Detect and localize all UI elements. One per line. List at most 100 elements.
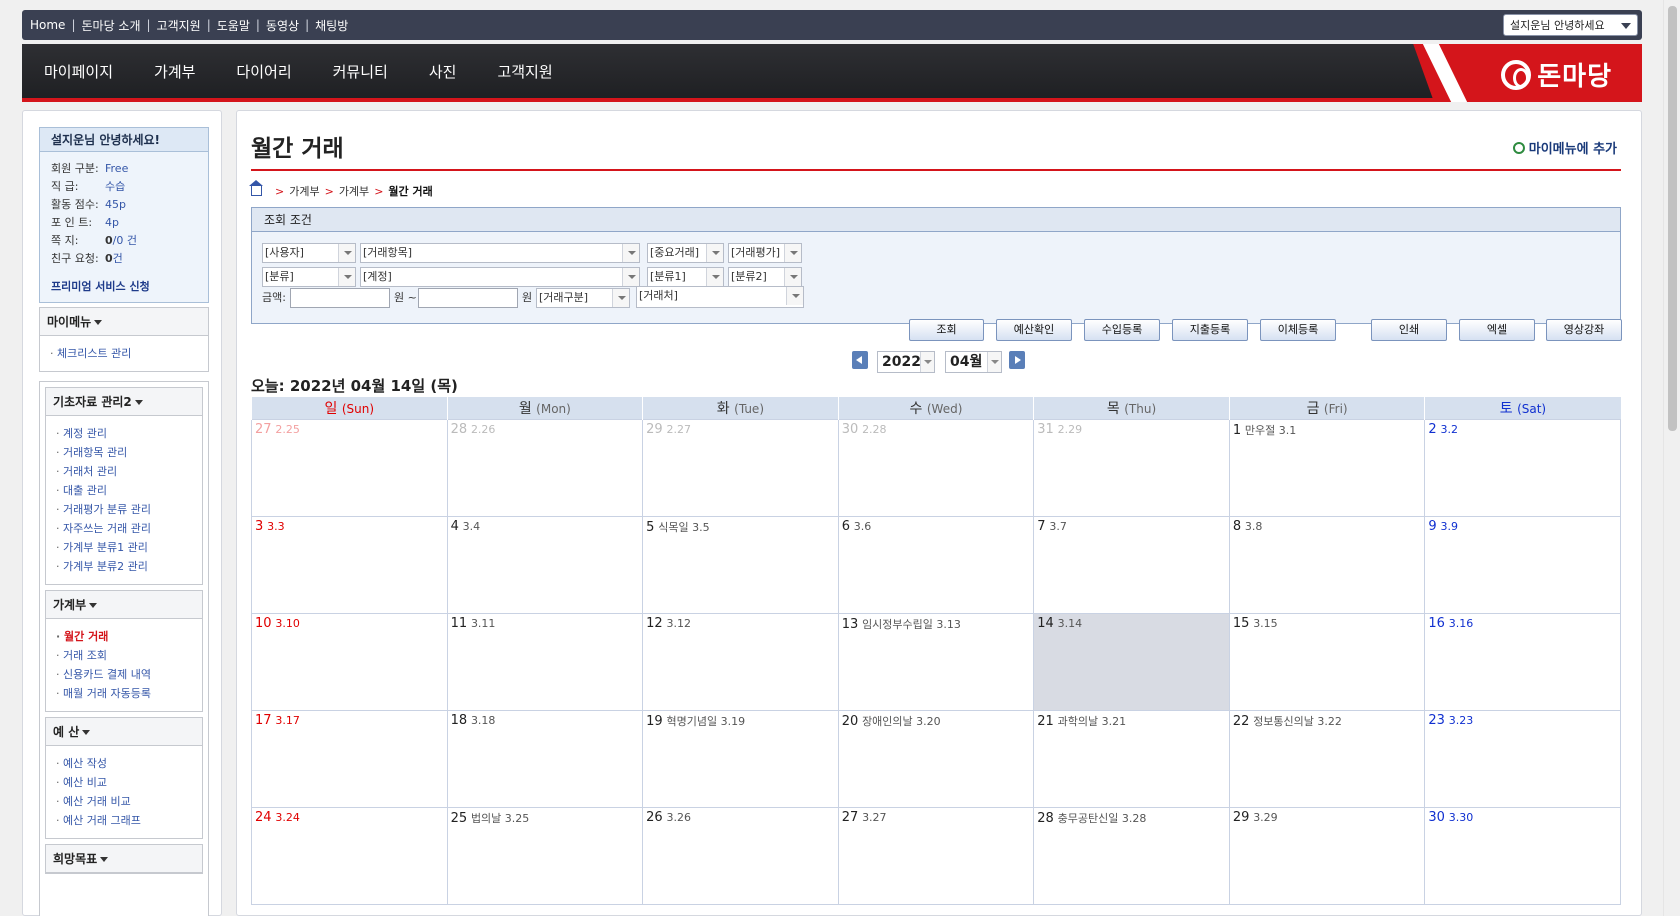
calendar-day-cell[interactable]: 12 3.12 bbox=[642, 612, 839, 711]
calendar-day-cell[interactable]: 29 3.29 bbox=[1228, 806, 1426, 905]
rating-select[interactable]: [거래평가] bbox=[728, 243, 802, 263]
calendar-day-cell[interactable]: 6 3.6 bbox=[837, 515, 1035, 614]
sidebar-item-vendor[interactable]: 거래처 관리 bbox=[56, 462, 202, 481]
transfer-register-button[interactable]: 이체등록 bbox=[1260, 319, 1336, 341]
sidebar-item-budget-write[interactable]: 예산 작성 bbox=[56, 754, 202, 773]
sidebar-item-class1[interactable]: 가계부 분류1 관리 bbox=[56, 538, 202, 557]
calendar-day-cell[interactable]: 22 정보통신의날 3.22 bbox=[1228, 709, 1426, 808]
excel-button[interactable]: 엑셀 bbox=[1459, 319, 1535, 341]
calendar-day-cell[interactable]: 4 3.4 bbox=[446, 515, 644, 614]
calendar-day-cell[interactable]: 15 3.15 bbox=[1228, 612, 1426, 711]
nav-item-photo[interactable]: 사진 bbox=[429, 61, 457, 82]
message-count[interactable]: 0/0 건 bbox=[105, 232, 137, 250]
next-month-icon[interactable] bbox=[1009, 351, 1025, 369]
calendar-day-cell[interactable]: 31 2.29 bbox=[1033, 418, 1230, 517]
month-select[interactable]: 04월 bbox=[945, 351, 1002, 373]
user-select[interactable]: [사용자] bbox=[262, 243, 356, 263]
calendar-day-cell[interactable]: 10 3.10 bbox=[251, 612, 448, 711]
budget-header[interactable]: 예 산 bbox=[46, 718, 202, 746]
calendar-day-cell[interactable]: 26 3.26 bbox=[642, 806, 839, 905]
logo[interactable]: 돈마당 bbox=[1501, 56, 1612, 93]
top-link-home[interactable]: Home bbox=[30, 18, 65, 32]
year-select[interactable]: 2022 bbox=[877, 351, 935, 373]
sidebar-item-rating-class[interactable]: 거래평가 분류 관리 bbox=[56, 500, 202, 519]
amount-max-input[interactable] bbox=[418, 288, 518, 308]
vendor-select[interactable]: [거래처] bbox=[636, 286, 804, 308]
breadcrumb-item[interactable]: 가계부 bbox=[339, 183, 369, 199]
prev-month-icon[interactable] bbox=[852, 351, 868, 369]
calendar-day-cell[interactable]: 1 만우절 3.1 bbox=[1228, 418, 1426, 517]
basic-data-header[interactable]: 기초자료 관리2 bbox=[46, 388, 202, 416]
sidebar-item-frequent[interactable]: 자주쓰는 거래 관리 bbox=[56, 519, 202, 538]
premium-service-link[interactable]: 프리미엄 서비스 신청 bbox=[51, 278, 198, 294]
top-link-support[interactable]: 고객지원 bbox=[157, 17, 201, 34]
nav-item-diary[interactable]: 다이어리 bbox=[236, 61, 291, 82]
sidebar-item-account[interactable]: 계정 관리 bbox=[56, 424, 202, 443]
calendar-day-cell[interactable]: 25 법의날 3.25 bbox=[446, 806, 644, 905]
calendar-day-cell[interactable]: 24 3.24 bbox=[251, 806, 448, 905]
budget-check-button[interactable]: 예산확인 bbox=[996, 319, 1072, 341]
calendar-day-cell[interactable]: 23 3.23 bbox=[1424, 709, 1621, 808]
top-link-help[interactable]: 도움말 bbox=[217, 17, 250, 34]
hope-header[interactable]: 희망목표 bbox=[46, 845, 202, 873]
home-icon[interactable] bbox=[249, 180, 263, 196]
calendar-day-cell[interactable]: 13 임시정부수립일 3.13 bbox=[837, 612, 1035, 711]
search-button[interactable]: 조회 bbox=[909, 319, 984, 341]
calendar-day-cell[interactable]: 27 2.25 bbox=[251, 418, 448, 517]
calendar-day-cell[interactable]: 3 3.3 bbox=[251, 515, 448, 614]
sidebar-item-budget-compare[interactable]: 예산 비교 bbox=[56, 773, 202, 792]
user-dropdown[interactable]: 설지운님 안녕하세요 bbox=[1503, 14, 1638, 36]
calendar-day-cell[interactable]: 30 2.28 bbox=[837, 418, 1035, 517]
sidebar-item-auto[interactable]: 매월 거래 자동등록 bbox=[56, 684, 202, 703]
calendar-day-cell[interactable]: 20 장애인의날 3.20 bbox=[837, 709, 1035, 808]
sidebar-item-class2[interactable]: 가계부 분류2 관리 bbox=[56, 557, 202, 576]
expense-register-button[interactable]: 지출등록 bbox=[1172, 319, 1248, 341]
calendar-day-cell[interactable]: 30 3.30 bbox=[1424, 806, 1621, 905]
calendar-day-cell[interactable]: 17 3.17 bbox=[251, 709, 448, 808]
vertical-scrollbar[interactable] bbox=[1663, 0, 1680, 916]
sidebar-item-loan[interactable]: 대출 관리 bbox=[56, 481, 202, 500]
calendar-day-cell[interactable]: 8 3.8 bbox=[1228, 515, 1426, 614]
category-select[interactable]: [분류] bbox=[262, 267, 356, 287]
calendar-day-cell[interactable]: 9 3.9 bbox=[1424, 515, 1621, 614]
calendar-day-cell[interactable]: 28 충무공탄신일 3.28 bbox=[1033, 806, 1230, 905]
calendar-day-cell[interactable]: 19 혁명기념일 3.19 bbox=[642, 709, 839, 808]
calendar-day-cell[interactable]: 5 식목일 3.5 bbox=[642, 515, 839, 614]
sidebar-item-transaction-item[interactable]: 거래항목 관리 bbox=[56, 443, 202, 462]
amount-min-input[interactable] bbox=[290, 288, 390, 308]
sidebar-item-card[interactable]: 신용카드 결제 내역 bbox=[56, 665, 202, 684]
sidebar-item-monthly[interactable]: 월간 거래 bbox=[56, 627, 202, 646]
calendar-day-cell[interactable]: 18 3.18 bbox=[446, 709, 644, 808]
calendar-day-cell[interactable]: 14 3.14 bbox=[1033, 612, 1230, 711]
account-select[interactable]: [계정] bbox=[360, 267, 640, 287]
breadcrumb-item[interactable]: 가계부 bbox=[289, 183, 319, 199]
scrollbar-thumb[interactable] bbox=[1668, 6, 1677, 431]
calendar-day-cell[interactable]: 27 3.27 bbox=[837, 806, 1035, 905]
calendar-day-cell[interactable]: 11 3.11 bbox=[446, 612, 644, 711]
nav-item-support[interactable]: 고객지원 bbox=[497, 61, 552, 82]
class2-select[interactable]: [분류2] bbox=[728, 267, 802, 287]
calendar-day-cell[interactable]: 7 3.7 bbox=[1033, 515, 1230, 614]
calendar-day-cell[interactable]: 29 2.27 bbox=[642, 418, 839, 517]
transaction-item-select[interactable]: [거래항목] bbox=[360, 243, 640, 263]
important-select[interactable]: [중요거래] bbox=[647, 243, 724, 263]
mymenu-header[interactable]: 마이메뉴 bbox=[40, 308, 208, 336]
calendar-day-cell[interactable]: 21 과학의날 3.21 bbox=[1033, 709, 1230, 808]
class1-select[interactable]: [분류1] bbox=[647, 267, 724, 287]
video-lecture-button[interactable]: 영상강좌 bbox=[1546, 319, 1622, 341]
nav-item-community[interactable]: 커뮤니티 bbox=[333, 61, 388, 82]
ledger-header[interactable]: 가계부 bbox=[46, 591, 202, 619]
calendar-day-cell[interactable]: 28 2.26 bbox=[446, 418, 644, 517]
sidebar-item-budget-tx-compare[interactable]: 예산 거래 비교 bbox=[56, 792, 202, 811]
top-link-video[interactable]: 동영상 bbox=[266, 17, 299, 34]
income-register-button[interactable]: 수입등록 bbox=[1084, 319, 1160, 341]
calendar-day-cell[interactable]: 16 3.16 bbox=[1424, 612, 1621, 711]
transaction-type-select[interactable]: [거래구분] bbox=[536, 288, 630, 308]
nav-item-mypage[interactable]: 마이페이지 bbox=[44, 61, 113, 82]
sidebar-item-search[interactable]: 거래 조회 bbox=[56, 646, 202, 665]
sidebar-item-checklist[interactable]: 체크리스트 관리 bbox=[50, 344, 208, 363]
nav-item-ledger[interactable]: 가계부 bbox=[154, 61, 195, 82]
friend-request-count[interactable]: 0건 bbox=[105, 250, 123, 268]
top-link-chat[interactable]: 채팅방 bbox=[315, 17, 348, 34]
add-to-mymenu-button[interactable]: 마이메뉴에 추가 bbox=[1512, 138, 1617, 157]
